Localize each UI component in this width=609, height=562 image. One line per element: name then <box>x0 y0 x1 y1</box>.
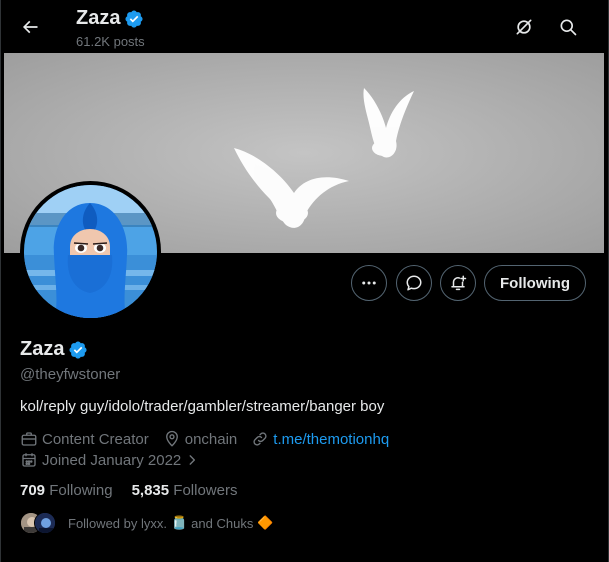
followed-by-text: Followed by lyxx. 🫙 and Chuks 🔶 <box>68 515 274 531</box>
more-button[interactable] <box>351 265 387 301</box>
briefcase-icon <box>21 432 37 446</box>
back-button[interactable] <box>13 10 47 44</box>
grok-button[interactable] <box>507 10 541 44</box>
top-bar: Zaza 61.2K posts <box>1 0 609 53</box>
meta-location-label: onchain <box>184 430 238 448</box>
chevron-right-icon <box>189 455 196 465</box>
follow-stats: 709 Following 5,835 Followers <box>20 482 256 499</box>
followed-by-emoji-1: 🫙 <box>170 515 188 530</box>
meta-category-label: Content Creator <box>42 430 149 448</box>
location-pin-icon <box>165 430 178 447</box>
profile-frame: Zaza 61.2K posts Following Zaza @theyfws… <box>0 0 609 562</box>
profile-avatar[interactable] <box>20 181 161 322</box>
website-link[interactable]: t.me/themotionhq <box>273 431 389 448</box>
verified-badge-icon[interactable] <box>68 340 88 360</box>
followers-count: 5,835 <box>131 482 170 499</box>
calendar-icon <box>22 453 36 467</box>
message-button[interactable] <box>396 265 432 301</box>
joined-row[interactable]: Joined January 2022 <box>20 451 213 469</box>
avatar-image <box>24 185 157 318</box>
arrow-left-icon <box>22 20 38 34</box>
header-name: Zaza <box>76 7 121 29</box>
notifications-button[interactable] <box>440 265 476 301</box>
avatar <box>34 512 56 534</box>
search-icon <box>560 19 577 36</box>
profile-name: Zaza <box>20 338 65 360</box>
profile-handle: @theyfwstoner <box>20 366 121 383</box>
profile-meta-row: Content Creator onchain t.me/themotionhq <box>20 430 403 448</box>
following-count: 709 <box>20 482 46 499</box>
link-icon <box>253 432 267 446</box>
following-label: Following <box>49 482 113 499</box>
followed-by-prefix: Followed by lyxx. <box>68 515 167 531</box>
joined-date: Joined January 2022 <box>42 451 182 469</box>
profile-bio: kol/reply guy/idolo/trader/gambler/strea… <box>20 398 385 415</box>
mutual-avatars <box>20 512 58 534</box>
grok-icon <box>516 19 532 35</box>
followed-by-connector: and Chuks <box>191 515 254 531</box>
profile-name-row: Zaza <box>20 338 88 361</box>
followers-label: Followers <box>173 482 238 499</box>
bell-plus-icon <box>451 275 467 291</box>
following-button[interactable]: Following <box>484 265 586 301</box>
meta-website[interactable]: t.me/themotionhq <box>251 430 389 448</box>
followed-by-emoji-2: 🔶 <box>257 515 274 530</box>
meta-joined[interactable]: Joined January 2022 <box>20 451 199 469</box>
meta-category: Content Creator <box>20 430 149 448</box>
verified-badge-icon <box>125 9 144 28</box>
followed-by-row[interactable]: Followed by lyxx. 🫙 and Chuks 🔶 <box>20 512 274 534</box>
chat-bubble-icon <box>406 275 422 291</box>
header-post-count: 61.2K posts <box>76 34 145 49</box>
meta-location: onchain <box>163 430 238 448</box>
search-button[interactable] <box>551 10 585 44</box>
followers-stat[interactable]: 5,835 Followers <box>132 482 238 499</box>
following-stat[interactable]: 709 Following <box>20 482 113 499</box>
more-horizontal-icon <box>362 281 376 285</box>
header-title: Zaza <box>76 7 144 30</box>
